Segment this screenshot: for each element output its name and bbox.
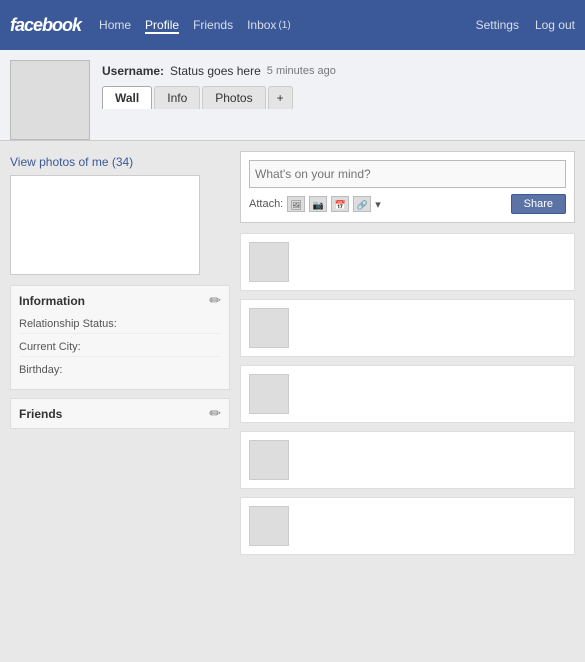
profile-info: Username: Status goes here 5 minutes ago…	[102, 60, 575, 109]
main-content: View photos of me (34) Information ✏ Rel…	[0, 141, 585, 573]
right-column: Attach: 🖼 📷 📅 🔗 ▾ Share	[240, 151, 575, 563]
status-time: 5 minutes ago	[267, 65, 336, 77]
information-section: Information ✏ Relationship Status: Curre…	[10, 285, 230, 390]
nav-home[interactable]: Home	[99, 18, 131, 32]
brand-logo[interactable]: facebook	[10, 15, 81, 36]
attach-photo-btn[interactable]: 🖼	[287, 196, 305, 212]
relationship-status-field: Relationship Status:	[19, 315, 221, 334]
share-button[interactable]: Share	[511, 194, 566, 214]
status-text: Status goes here	[170, 64, 261, 78]
nav-settings[interactable]: Settings	[476, 18, 519, 32]
view-photos-link[interactable]: View photos of me (34)	[10, 155, 230, 169]
status-row: Username: Status goes here 5 minutes ago	[102, 64, 575, 78]
tab-plus[interactable]: +	[268, 86, 293, 109]
nav-links: Home Profile Friends Inbox (1)	[99, 18, 476, 32]
nav-friends[interactable]: Friends	[193, 18, 233, 32]
profile-tabs: Wall Info Photos +	[102, 86, 575, 109]
attach-event-btn[interactable]: 📅	[331, 196, 349, 212]
birthday-label: Birthday:	[19, 364, 62, 376]
friends-header: Friends ✏	[19, 405, 221, 422]
post-avatar-2	[249, 308, 289, 348]
photos-box	[10, 175, 200, 275]
attach-video-btn[interactable]: 📷	[309, 196, 327, 212]
left-column: View photos of me (34) Information ✏ Rel…	[10, 151, 230, 563]
post-item-2	[240, 299, 575, 357]
status-input[interactable]	[249, 160, 566, 188]
inbox-badge: (1)	[278, 20, 290, 31]
nav-logout[interactable]: Log out	[535, 18, 575, 32]
friends-section: Friends ✏	[10, 398, 230, 429]
profile-header: Username: Status goes here 5 minutes ago…	[0, 50, 585, 141]
navbar: facebook Home Profile Friends Inbox (1) …	[0, 0, 585, 50]
tab-info[interactable]: Info	[154, 86, 200, 109]
birthday-field: Birthday:	[19, 361, 221, 379]
navbar-right: Settings Log out	[476, 18, 575, 32]
info-title: Information	[19, 294, 85, 308]
tab-wall[interactable]: Wall	[102, 86, 152, 109]
attach-dropdown[interactable]: ▾	[375, 198, 381, 211]
profile-avatar	[10, 60, 90, 140]
current-city-field: Current City:	[19, 338, 221, 357]
nav-inbox[interactable]: Inbox	[247, 18, 276, 32]
status-box: Attach: 🖼 📷 📅 🔗 ▾ Share	[240, 151, 575, 223]
attach-area: Attach: 🖼 📷 📅 🔗 ▾	[249, 196, 381, 212]
post-avatar-1	[249, 242, 289, 282]
attach-label: Attach:	[249, 198, 283, 210]
status-label: Username:	[102, 64, 164, 78]
post-item-1	[240, 233, 575, 291]
post-item-4	[240, 431, 575, 489]
city-label: Current City:	[19, 341, 81, 353]
status-actions: Attach: 🖼 📷 📅 🔗 ▾ Share	[249, 194, 566, 214]
attach-link-btn[interactable]: 🔗	[353, 196, 371, 212]
post-avatar-5	[249, 506, 289, 546]
friends-title: Friends	[19, 407, 62, 421]
post-avatar-3	[249, 374, 289, 414]
nav-profile[interactable]: Profile	[145, 18, 179, 34]
info-edit-icon[interactable]: ✏	[209, 292, 221, 309]
friends-edit-icon[interactable]: ✏	[209, 405, 221, 422]
post-item-5	[240, 497, 575, 555]
post-avatar-4	[249, 440, 289, 480]
tab-photos[interactable]: Photos	[202, 86, 265, 109]
post-item-3	[240, 365, 575, 423]
relationship-label: Relationship Status:	[19, 318, 117, 330]
info-header: Information ✏	[19, 292, 221, 309]
